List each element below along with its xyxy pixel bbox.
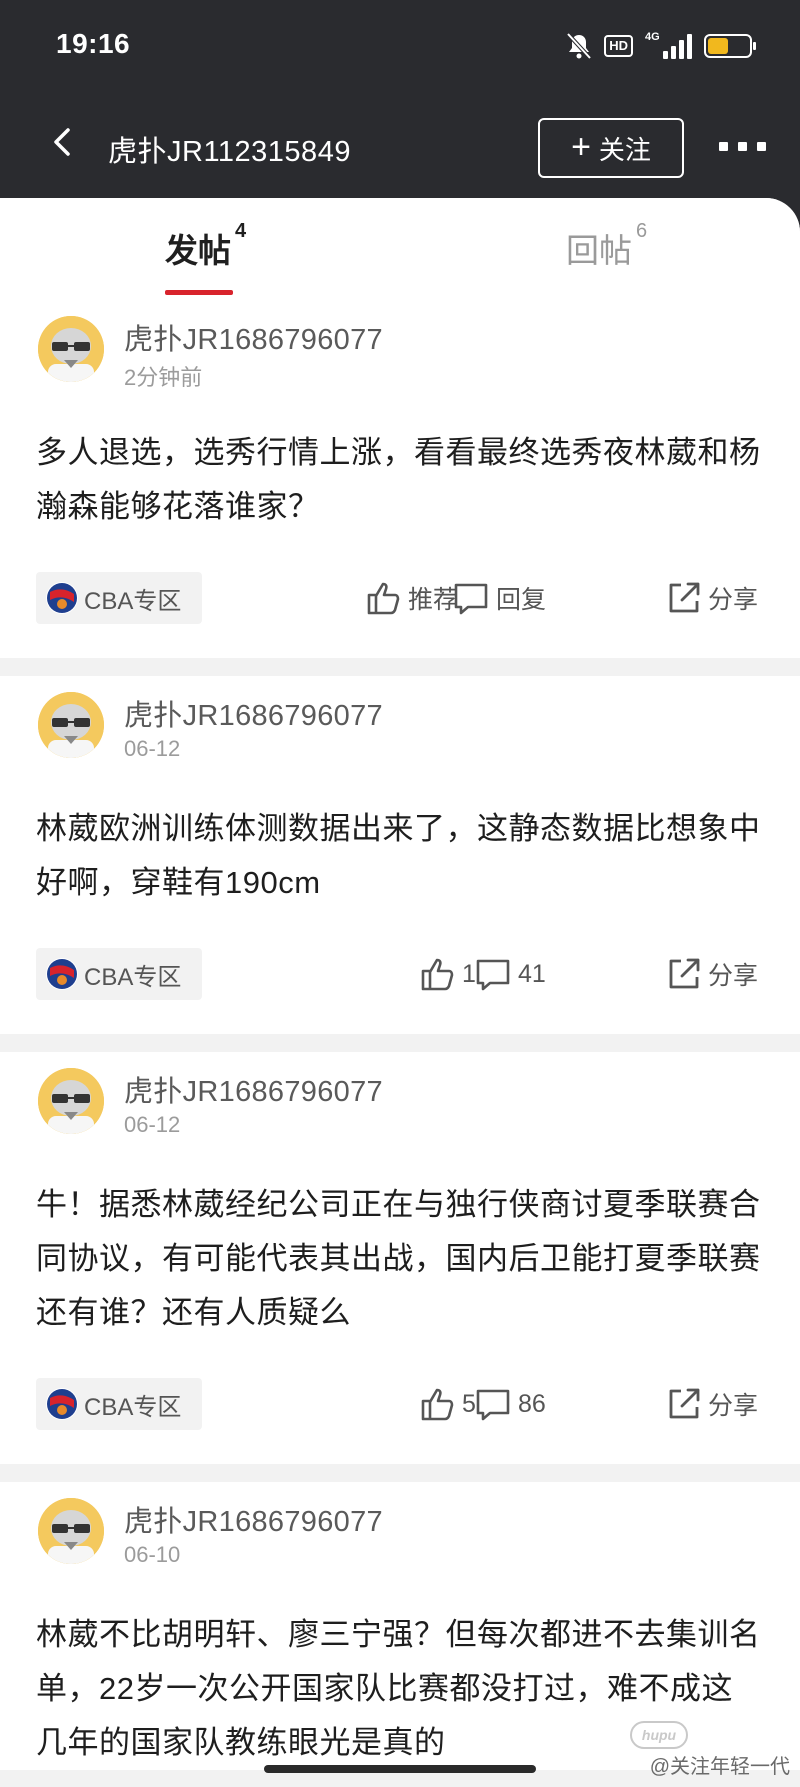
thumbs-up-icon	[364, 579, 402, 617]
tab-bar: 发帖 4 回帖 6	[0, 198, 800, 300]
tag-label: CBA专区	[84, 1393, 182, 1421]
post-time: 06-10	[124, 1542, 181, 1567]
post-author: 虎扑JR1686796077 06-12	[0, 692, 800, 802]
top-bar: 19:16 HD 4G 虎扑JR112315849 + 关注	[0, 0, 800, 200]
hupu-watermark-logo: hupu	[630, 1721, 688, 1749]
reply-button[interactable]: 86	[474, 1384, 546, 1424]
tab-replies[interactable]: 回帖 6	[566, 220, 647, 272]
plus-icon: +	[571, 127, 591, 166]
avatar[interactable]	[38, 692, 104, 758]
thumbs-up-icon	[418, 955, 456, 993]
share-label: 分享	[708, 962, 759, 990]
post-username[interactable]: 虎扑JR1686796077	[124, 1068, 383, 1110]
share-icon	[666, 1386, 702, 1422]
post-username[interactable]: 虎扑JR1686796077	[124, 316, 383, 358]
post-card[interactable]: 虎扑JR1686796077 2分钟前 多人退选，选秀行情上涨，看看最终选秀夜林…	[0, 300, 800, 658]
content-sheet: 发帖 4 回帖 6 虎扑JR1686796077 2分钟前 多人退选，选秀行情上…	[0, 198, 800, 1787]
post-time: 06-12	[124, 1112, 181, 1137]
status-bar: 19:16 HD 4G	[0, 0, 800, 92]
tab-replies-label: 回帖	[566, 232, 632, 269]
avatar[interactable]	[38, 1498, 104, 1564]
reply-label: 回复	[496, 586, 547, 614]
more-icon[interactable]	[719, 142, 766, 151]
comment-icon	[452, 579, 490, 617]
like-button[interactable]: 1	[418, 954, 476, 994]
page-title: 虎扑JR112315849	[108, 136, 351, 168]
post-card[interactable]: 虎扑JR1686796077 06-12 林葳欧洲训练体测数据出来了，这静态数据…	[0, 676, 800, 1034]
share-label: 分享	[708, 586, 759, 614]
back-arrow-icon[interactable]	[44, 122, 84, 162]
status-time: 19:16	[56, 28, 131, 59]
battery-level	[708, 38, 728, 54]
share-button[interactable]: 分享	[666, 1384, 758, 1424]
thumbs-up-icon	[418, 1385, 456, 1423]
share-icon	[666, 580, 702, 616]
post-time: 2分钟前	[124, 365, 203, 390]
post-actions: CBA专区 1 41 分享	[0, 910, 800, 1034]
post-card[interactable]: 虎扑JR1686796077 06-12 牛！据悉林葳经纪公司正在与独行侠商讨夏…	[0, 1052, 800, 1464]
post-username[interactable]: 虎扑JR1686796077	[124, 692, 383, 734]
post-author: 虎扑JR1686796077 06-12	[0, 1068, 800, 1178]
network-type: 4G	[645, 31, 660, 43]
cba-logo-icon	[46, 582, 78, 614]
post-author: 虎扑JR1686796077 06-10	[0, 1498, 800, 1608]
tab-posts-count: 4	[235, 220, 247, 242]
status-icons: HD 4G	[566, 30, 756, 62]
post-actions: CBA专区 5 86 分享	[0, 1340, 800, 1464]
tag-chip[interactable]: CBA专区	[36, 1378, 202, 1430]
follow-label: 关注	[598, 134, 651, 165]
hd-badge: HD	[604, 35, 633, 57]
avatar[interactable]	[38, 316, 104, 382]
signal-icon: 4G	[645, 31, 692, 59]
reply-label: 41	[518, 959, 546, 988]
mute-bell-icon	[566, 32, 592, 60]
post-username[interactable]: 虎扑JR1686796077	[124, 1498, 383, 1540]
post-author: 虎扑JR1686796077 2分钟前	[0, 316, 800, 426]
tag-label: CBA专区	[84, 587, 182, 615]
tab-replies-count: 6	[636, 220, 648, 242]
post-list: 虎扑JR1686796077 2分钟前 多人退选，选秀行情上涨，看看最终选秀夜林…	[0, 300, 800, 1770]
profile-header: 虎扑JR112315849 + 关注	[0, 92, 800, 200]
tag-chip[interactable]: CBA专区	[36, 572, 202, 624]
tag-label: CBA专区	[84, 963, 182, 991]
like-button[interactable]: 推荐	[364, 578, 458, 618]
post-time: 06-12	[124, 736, 181, 761]
post-text[interactable]: 多人退选，选秀行情上涨，看看最终选秀夜林葳和杨瀚森能够花落谁家？	[0, 426, 800, 534]
share-label: 分享	[708, 1392, 759, 1420]
comment-icon	[474, 1385, 512, 1423]
like-button[interactable]: 5	[418, 1384, 476, 1424]
reply-button[interactable]: 41	[474, 954, 546, 994]
share-icon	[666, 956, 702, 992]
comment-icon	[474, 955, 512, 993]
follow-button[interactable]: + 关注	[538, 118, 684, 178]
share-button[interactable]: 分享	[666, 578, 758, 618]
tab-posts[interactable]: 发帖 4	[165, 220, 246, 272]
post-text[interactable]: 牛！据悉林葳经纪公司正在与独行侠商讨夏季联赛合同协议，有可能代表其出战，国内后卫…	[0, 1178, 800, 1340]
avatar[interactable]	[38, 1068, 104, 1134]
like-label: 推荐	[408, 586, 459, 614]
post-actions: CBA专区 推荐 回复 分享	[0, 534, 800, 658]
active-tab-indicator	[165, 290, 233, 295]
share-button[interactable]: 分享	[666, 954, 758, 994]
reply-label: 86	[518, 1389, 546, 1418]
home-indicator[interactable]	[264, 1765, 536, 1773]
tab-posts-label: 发帖	[165, 232, 231, 269]
cba-logo-icon	[46, 1388, 78, 1420]
post-text[interactable]: 林葳欧洲训练体测数据出来了，这静态数据比想象中好啊，穿鞋有190cm	[0, 802, 800, 910]
cba-logo-icon	[46, 958, 78, 990]
watermark-text: @关注年轻一代	[649, 1756, 790, 1778]
tag-chip[interactable]: CBA专区	[36, 948, 202, 1000]
reply-button[interactable]: 回复	[452, 578, 546, 618]
battery-icon	[704, 34, 756, 58]
